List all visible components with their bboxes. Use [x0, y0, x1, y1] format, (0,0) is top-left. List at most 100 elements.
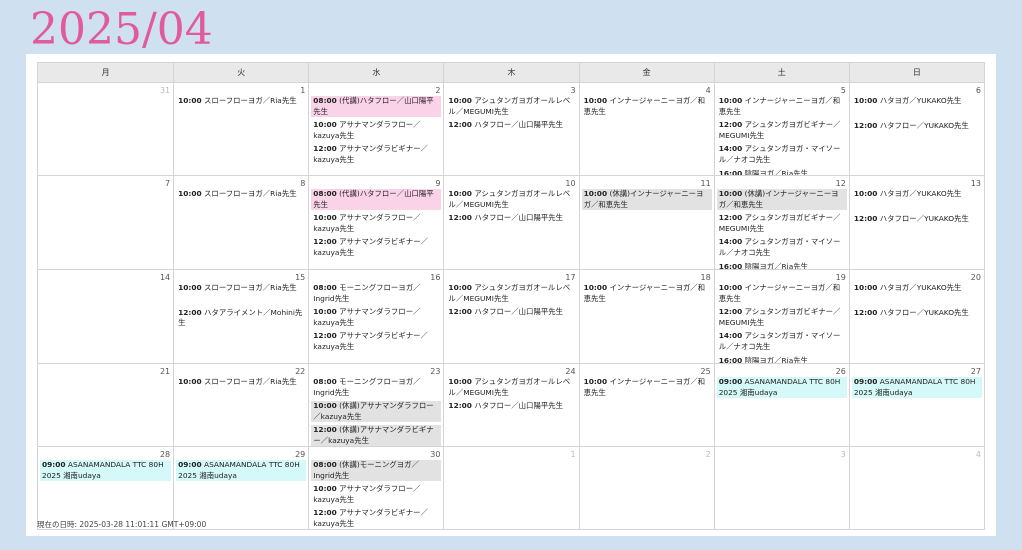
calendar-event[interactable]: 08:00 (代講)ハタフロー／山口陽平先生	[311, 96, 442, 118]
calendar-event[interactable]: 12:00 ハタフロー／山口陽平先生	[446, 213, 576, 224]
day-cell[interactable]: 27 09:00 ASANAMANDALA TTC 80H 2025 湘南uday…	[848, 364, 984, 446]
calendar-event[interactable]: 12:00 ハタフロー／YUKAKO先生	[852, 214, 982, 225]
day-cell[interactable]: 7	[38, 176, 173, 269]
calendar-event[interactable]: 14:00 アシュタンガヨガ・マイソール／ナオコ先生	[717, 144, 847, 165]
event-time: 14:00	[718, 331, 743, 341]
event-time: 10:00	[583, 189, 608, 198]
calendar-event[interactable]: 12:00 ハタフロー／YUKAKO先生	[852, 308, 982, 319]
calendar-event[interactable]: 10:00 ハタヨガ／YUKAKO先生	[852, 96, 982, 107]
calendar-event[interactable]: 10:00 (休講)インナージャーニーヨガ／和恵先生	[716, 189, 847, 211]
day-cell[interactable]: 22 10:00 スローフローヨガ／Ria先生	[173, 364, 308, 446]
event-time: 09:00	[42, 460, 66, 469]
day-cell[interactable]: 14	[38, 270, 173, 363]
calendar-event[interactable]: 12:00 アシュタンガヨガビギナー／MEGUMI先生	[717, 120, 847, 141]
calendar-event[interactable]: 10:00 (休講)アサナマンダラフロー／kazuya先生	[311, 401, 442, 423]
calendar-event[interactable]: 10:00 ハタヨガ／YUKAKO先生	[852, 189, 982, 200]
day-cell[interactable]: 30 08:00 (休講)モーニングヨガ／Ingrid先生 10:00 アサナマンダ…	[308, 447, 443, 529]
calendar-event[interactable]: 10:00 アサナマンダラフロー／kazuya先生	[311, 120, 441, 141]
calendar-event[interactable]: 10:00 スローフローヨガ／Ria先生	[176, 377, 306, 388]
calendar-event[interactable]: 10:00 スローフローヨガ／Ria先生	[176, 283, 306, 294]
calendar-event[interactable]: 10:00 インナージャーニーヨガ／和恵先生	[717, 283, 847, 304]
calendar-event[interactable]: 12:00 ハタフロー／山口陽平先生	[446, 120, 576, 131]
day-cell[interactable]: 28 09:00 ASANAMANDALA TTC 80H 2025 湘南uday…	[38, 447, 173, 529]
calendar-event[interactable]: 16:00 陰陽ヨガ／Ria先生	[717, 169, 847, 175]
calendar-event[interactable]: 14:00 アシュタンガヨガ・マイソール／ナオコ先生	[717, 237, 847, 258]
calendar-event[interactable]: 10:00 アサナマンダラフロー／kazuya先生	[311, 307, 441, 328]
calendar-event[interactable]: 10:00 (休講)インナージャーニーヨガ／和恵先生	[581, 189, 712, 211]
day-cell[interactable]: 26 09:00 ASANAMANDALA TTC 80H 2025 湘南uday…	[713, 364, 849, 446]
calendar-event[interactable]: 12:00 アサナマンダラビギナー／kazuya先生	[311, 331, 441, 352]
day-cell[interactable]: 21	[38, 364, 173, 446]
day-cell[interactable]: 29 09:00 ASANAMANDALA TTC 80H 2025 湘南uday…	[173, 447, 308, 529]
event-time: 12:00	[313, 508, 337, 518]
calendar-event[interactable]: 10:00 アシュタンガヨガオールレベル／MEGUMI先生	[446, 189, 576, 210]
calendar-event[interactable]: 08:00 (代講)ハタフロー／山口陽平先生	[311, 189, 442, 211]
calendar-event[interactable]: 09:00 ASANAMANDALA TTC 80H 2025 湘南udaya	[176, 460, 307, 482]
day-cell[interactable]: 4 10:00 インナージャーニーヨガ／和恵先生	[578, 83, 714, 175]
event-title: ハタヨガ／YUKAKO先生	[879, 283, 962, 292]
calendar-event[interactable]: 12:00 ハタフロー／山口陽平先生	[446, 401, 576, 412]
calendar-event[interactable]: 16:00 陰陽ヨガ／Ria先生	[717, 356, 847, 363]
day-cell[interactable]: 12 10:00 (休講)インナージャーニーヨガ／和恵先生 12:00 アシュタンガ…	[713, 176, 849, 269]
calendar-event[interactable]: 12:00 ハタフロー／YUKAKO先生	[852, 121, 982, 132]
calendar-event[interactable]: 12:00 (休講)アサナマンダラビギナー／kazuya先生	[311, 425, 442, 446]
day-cell[interactable]: 1 10:00 スローフローヨガ／Ria先生	[173, 83, 308, 175]
day-cell[interactable]: 13 10:00 ハタヨガ／YUKAKO先生 12:00 ハタフロー／YUKAKO先…	[848, 176, 984, 269]
calendar-event[interactable]: 12:00 アシュタンガヨガビギナー／MEGUMI先生	[717, 307, 847, 328]
day-number: 10	[565, 179, 576, 188]
day-cell[interactable]: 9 08:00 (代講)ハタフロー／山口陽平先生 10:00 アサナマンダラフロー／…	[308, 176, 443, 269]
day-cell[interactable]: 18 10:00 インナージャーニーヨガ／和恵先生	[578, 270, 714, 363]
calendar-event[interactable]: 10:00 アシュタンガヨガオールレベル／MEGUMI先生	[446, 283, 576, 304]
day-cell[interactable]: 31	[38, 83, 173, 175]
day-cell[interactable]: 5 10:00 インナージャーニーヨガ／和恵先生 12:00 アシュタンガヨガビギナ…	[713, 83, 849, 175]
calendar-event[interactable]: 12:00 アシュタンガヨガビギナー／MEGUMI先生	[717, 213, 847, 234]
day-cell[interactable]: 1	[443, 447, 578, 529]
day-number: 20	[970, 273, 981, 282]
calendar-event[interactable]: 10:00 ハタヨガ／YUKAKO先生	[852, 283, 982, 294]
calendar-event[interactable]: 10:00 インナージャーニーヨガ／和恵先生	[582, 96, 712, 117]
calendar-event[interactable]: 12:00 アサナマンダラビギナー／kazuya先生	[311, 144, 441, 165]
calendar-event[interactable]: 12:00 アサナマンダラビギナー／kazuya先生	[311, 237, 441, 258]
calendar-event[interactable]: 16:00 陰陽ヨガ／Ria先生	[717, 262, 847, 269]
day-cell[interactable]: 25 10:00 インナージャーニーヨガ／和恵先生	[578, 364, 714, 446]
calendar-event[interactable]: 10:00 インナージャーニーヨガ／和恵先生	[717, 96, 847, 117]
day-cell[interactable]: 2 08:00 (代講)ハタフロー／山口陽平先生 10:00 アサナマンダラフロー／…	[308, 83, 443, 175]
calendar-event[interactable]: 08:00 (休講)モーニングヨガ／Ingrid先生	[311, 460, 442, 482]
calendar-event[interactable]: 12:00 アサナマンダラビギナー／kazuya先生	[311, 508, 441, 529]
day-cell[interactable]: 3 10:00 アシュタンガヨガオールレベル／MEGUMI先生 12:00 ハタフロ…	[443, 83, 578, 175]
day-cell[interactable]: 2	[578, 447, 714, 529]
calendar-event[interactable]: 14:00 アシュタンガヨガ・マイソール／ナオコ先生	[717, 331, 847, 352]
calendar-event[interactable]: 12:00 ハタアライメント／Mohini先生	[176, 308, 306, 329]
calendar-event[interactable]: 08:00 モーニングフローヨガ／Ingrid先生	[311, 283, 441, 304]
calendar-event[interactable]: 10:00 アサナマンダラフロー／kazuya先生	[311, 484, 441, 505]
day-cell[interactable]: 24 10:00 アシュタンガヨガオールレベル／MEGUMI先生 12:00 ハタフ…	[443, 364, 578, 446]
day-cell[interactable]: 16 08:00 モーニングフローヨガ／Ingrid先生 10:00 アサナマンダラ…	[308, 270, 443, 363]
calendar-event[interactable]: 12:00 ハタフロー／山口陽平先生	[446, 307, 576, 318]
event-time: 08:00	[313, 377, 337, 386]
day-cell[interactable]: 11 10:00 (休講)インナージャーニーヨガ／和恵先生	[578, 176, 714, 269]
calendar-event[interactable]: 10:00 インナージャーニーヨガ／和恵先生	[582, 377, 712, 398]
calendar-event[interactable]: 10:00 インナージャーニーヨガ／和恵先生	[582, 283, 712, 304]
calendar-event[interactable]: 09:00 ASANAMANDALA TTC 80H 2025 湘南udaya	[40, 460, 172, 482]
day-cell[interactable]: 3	[713, 447, 849, 529]
calendar-event[interactable]: 10:00 アシュタンガヨガオールレベル／MEGUMI先生	[446, 377, 576, 398]
event-time: 10:00	[178, 283, 202, 292]
day-cell[interactable]: 23 08:00 モーニングフローヨガ／Ingrid先生 10:00 (休講)アサナ…	[308, 364, 443, 446]
day-cell[interactable]: 15 10:00 スローフローヨガ／Ria先生 12:00 ハタアライメント／Moh…	[173, 270, 308, 363]
calendar-event[interactable]: 08:00 モーニングフローヨガ／Ingrid先生	[311, 377, 441, 398]
calendar-event[interactable]: 09:00 ASANAMANDALA TTC 80H 2025 湘南udaya	[851, 377, 982, 399]
calendar-event[interactable]: 10:00 スローフローヨガ／Ria先生	[176, 96, 306, 107]
day-number: 16	[430, 273, 441, 282]
calendar-event[interactable]: 10:00 アシュタンガヨガオールレベル／MEGUMI先生	[446, 96, 576, 117]
day-cell[interactable]: 10 10:00 アシュタンガヨガオールレベル／MEGUMI先生 12:00 ハタフ…	[443, 176, 578, 269]
day-cell[interactable]: 17 10:00 アシュタンガヨガオールレベル／MEGUMI先生 12:00 ハタフ…	[443, 270, 578, 363]
day-cell[interactable]: 4	[848, 447, 984, 529]
event-time: 09:00	[853, 377, 878, 386]
day-cell[interactable]: 20 10:00 ハタヨガ／YUKAKO先生 12:00 ハタフロー／YUKAKO先…	[848, 270, 984, 363]
calendar-event[interactable]: 10:00 スローフローヨガ／Ria先生	[176, 189, 306, 200]
day-cell[interactable]: 8 10:00 スローフローヨガ／Ria先生	[173, 176, 308, 269]
calendar-event[interactable]: 09:00 ASANAMANDALA TTC 80H 2025 湘南udaya	[716, 377, 847, 399]
day-cell[interactable]: 19 10:00 インナージャーニーヨガ／和恵先生 12:00 アシュタンガヨガビギ…	[713, 270, 849, 363]
day-cell[interactable]: 6 10:00 ハタヨガ／YUKAKO先生 12:00 ハタフロー／YUKAKO先生	[848, 83, 984, 175]
calendar-event[interactable]: 10:00 アサナマンダラフロー／kazuya先生	[311, 213, 441, 234]
